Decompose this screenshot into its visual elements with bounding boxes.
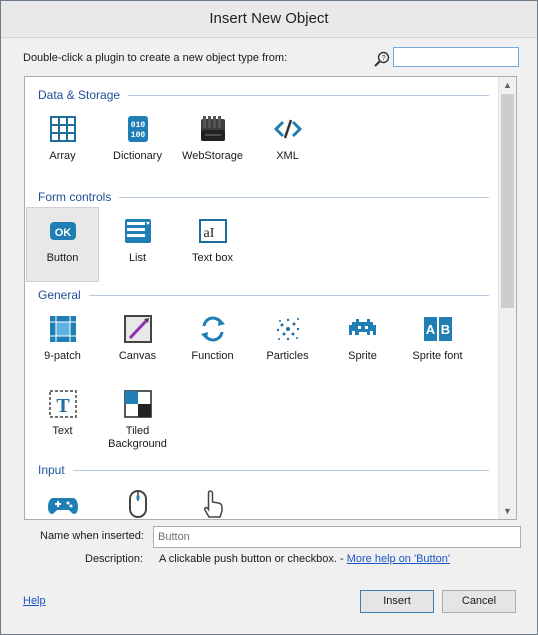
section-title: Form controls bbox=[38, 190, 112, 204]
scroll-up-icon[interactable]: ▲ bbox=[499, 77, 516, 93]
cancel-button[interactable]: Cancel bbox=[442, 590, 516, 613]
svg-text:T: T bbox=[56, 395, 70, 417]
plugin-item-touch[interactable]: Touch bbox=[176, 480, 249, 519]
list-icon bbox=[124, 219, 151, 243]
plugin-item-array[interactable]: Array bbox=[26, 105, 99, 180]
button-icon: OK bbox=[49, 222, 76, 240]
plugin-grid: GamepadMouseTouch bbox=[25, 480, 499, 519]
search-input[interactable] bbox=[393, 47, 519, 67]
section-header: Form controls bbox=[25, 187, 499, 207]
section-title: General bbox=[38, 288, 81, 302]
search-icon[interactable]: ? bbox=[373, 50, 391, 68]
plugin-item-function[interactable]: Function bbox=[176, 305, 249, 380]
plugin-label: Button bbox=[46, 252, 79, 264]
svg-text:100: 100 bbox=[130, 131, 145, 140]
description: A clickable push button or checkbox. - M… bbox=[159, 553, 450, 565]
plugin-label: Array bbox=[49, 150, 76, 162]
section-input: Input GamepadMouseTouch bbox=[25, 460, 499, 519]
text-icon: T bbox=[48, 390, 77, 418]
plugin-label: Particles bbox=[266, 350, 309, 362]
plugin-item-button[interactable]: OK Button bbox=[26, 207, 99, 282]
vertical-scrollbar[interactable]: ▲ ▼ bbox=[498, 77, 516, 519]
description-text: A clickable push button or checkbox. - bbox=[159, 553, 347, 565]
sprite-icon bbox=[348, 319, 376, 335]
plugin-label: Canvas bbox=[118, 350, 157, 362]
plugin-item-webstorage[interactable]: WebStorage bbox=[176, 105, 249, 180]
plugin-item-list[interactable]: List bbox=[101, 207, 174, 282]
plugin-item-sprite[interactable]: Sprite bbox=[326, 305, 399, 380]
dictionary-icon: 010100 bbox=[127, 116, 148, 142]
section-header: Data & Storage bbox=[25, 85, 499, 105]
mouse-icon bbox=[128, 490, 147, 518]
insert-button[interactable]: Insert bbox=[360, 590, 434, 613]
help-link[interactable]: Help bbox=[23, 595, 46, 607]
section-header: Input bbox=[25, 460, 499, 480]
plugin-label: Function bbox=[191, 350, 234, 362]
dialog-title: Insert New Object bbox=[1, 1, 537, 38]
plugin-item-sprite-font[interactable]: A B Sprite font bbox=[401, 305, 474, 380]
plugin-label: XML bbox=[276, 150, 299, 162]
particles-icon bbox=[276, 318, 299, 341]
svg-text:B: B bbox=[440, 322, 449, 337]
svg-text:aI: aI bbox=[203, 226, 214, 241]
xml-icon bbox=[273, 119, 302, 139]
plugin-item-mouse[interactable]: Mouse bbox=[101, 480, 174, 519]
section-divider bbox=[119, 196, 489, 198]
webstorage-icon bbox=[200, 116, 225, 141]
svg-text:OK: OK bbox=[54, 227, 71, 239]
touch-icon bbox=[203, 490, 223, 518]
more-help-link[interactable]: More help on 'Button' bbox=[347, 553, 450, 565]
section-title: Data & Storage bbox=[38, 88, 121, 102]
scroll-thumb[interactable] bbox=[501, 94, 514, 308]
spritefont-icon: AB bbox=[423, 317, 452, 341]
plugin-label: Dictionary bbox=[113, 150, 162, 162]
description-label: Description: bbox=[85, 553, 144, 565]
section-divider bbox=[88, 294, 489, 296]
svg-text:?: ? bbox=[382, 55, 386, 62]
tiledbackground-icon bbox=[123, 390, 152, 418]
plugin-label: Text bbox=[52, 425, 73, 437]
dialog-body: Double-click a plugin to create a new ob… bbox=[1, 38, 537, 634]
scroll-down-icon[interactable]: ▼ bbox=[499, 503, 516, 519]
plugin-grid: OK Button List aI Text box bbox=[25, 207, 499, 282]
function-icon bbox=[200, 316, 225, 342]
plugin-item-text-box[interactable]: aI Text box bbox=[176, 207, 249, 282]
svg-text:A: A bbox=[425, 322, 435, 337]
name-input[interactable] bbox=[153, 526, 521, 548]
section-title: Input bbox=[38, 463, 65, 477]
object-list[interactable]: Data & Storage Array 010 100 Dictionary WebSt… bbox=[24, 76, 517, 520]
svg-text:010: 010 bbox=[130, 121, 145, 130]
ninepatch-icon bbox=[49, 316, 76, 342]
plugin-grid: Array 010 100 Dictionary WebStorage XML bbox=[25, 105, 499, 180]
plugin-item-9-patch[interactable]: 9-patch bbox=[26, 305, 99, 380]
plugin-label: List bbox=[128, 252, 147, 264]
plugin-item-particles[interactable]: Particles bbox=[251, 305, 324, 380]
prompt-text: Double-click a plugin to create a new ob… bbox=[23, 52, 288, 64]
gamepad-icon bbox=[47, 498, 78, 514]
plugin-item-text[interactable]: T Text bbox=[26, 380, 99, 455]
plugin-item-xml[interactable]: XML bbox=[251, 105, 324, 180]
insert-new-object-dialog: Insert New Object Double-click a plugin … bbox=[0, 0, 538, 635]
section-divider bbox=[72, 469, 489, 471]
section-general: General 9-patch Canvas Function Particles Spr… bbox=[25, 285, 499, 455]
plugin-label: Text box bbox=[192, 252, 233, 264]
plugin-item-canvas[interactable]: Canvas bbox=[101, 305, 174, 380]
canvas-icon bbox=[123, 315, 152, 343]
plugin-label: Sprite font bbox=[412, 350, 463, 362]
section-divider bbox=[128, 94, 489, 96]
array-icon bbox=[49, 116, 76, 142]
plugin-label: WebStorage bbox=[182, 150, 243, 162]
plugin-label: 9-patch bbox=[44, 350, 81, 362]
plugin-label: Tiled Background bbox=[108, 425, 167, 450]
plugin-label: Sprite bbox=[348, 350, 377, 362]
name-label: Name when inserted: bbox=[40, 530, 144, 542]
section-data-storage: Data & Storage Array 010 100 Dictionary WebSt… bbox=[25, 85, 499, 180]
plugin-item-gamepad[interactable]: Gamepad bbox=[26, 480, 99, 519]
textbox-icon: aI bbox=[198, 219, 227, 243]
plugin-item-tiled-background[interactable]: Tiled Background bbox=[101, 380, 174, 455]
section-header: General bbox=[25, 285, 499, 305]
section-form-controls: Form controls OK Button List aI Text box bbox=[25, 187, 499, 282]
plugin-grid: 9-patch Canvas Function Particles Sprite A B Sp… bbox=[25, 305, 499, 455]
plugin-item-dictionary[interactable]: 010 100 Dictionary bbox=[101, 105, 174, 180]
